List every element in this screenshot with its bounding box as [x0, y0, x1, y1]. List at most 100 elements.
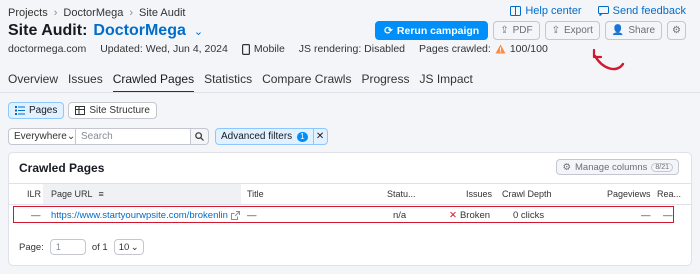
cell-ilr: —	[31, 210, 41, 221]
pager-total: of 1	[91, 241, 108, 253]
scope-value: Everywhere	[14, 131, 67, 142]
upload-icon: ⇪	[551, 25, 560, 36]
list-icon	[15, 106, 25, 115]
external-link-icon[interactable]	[230, 211, 240, 220]
column-issues[interactable]: Issues	[466, 184, 492, 204]
page-number-input[interactable]: 1	[49, 239, 86, 255]
pager-label: Page:	[19, 241, 44, 253]
page-size-value: 10	[118, 241, 130, 253]
tab-js-impact[interactable]: JS Impact	[419, 72, 472, 93]
pdf-button[interactable]: ⇪ PDF	[493, 21, 540, 40]
share-button[interactable]: 👤 Share	[604, 21, 663, 40]
pages-crawled-label: Pages crawled:	[419, 43, 491, 55]
cell-rea: —	[663, 210, 673, 221]
top-links: Help center Send feedback	[510, 5, 686, 17]
header-actions: ⟳ Rerun campaign ⇪ PDF ⇪ Export 👤 Share …	[375, 21, 686, 40]
close-icon: ✕	[315, 131, 325, 142]
cell-pageviews: —	[641, 210, 651, 221]
rerun-campaign-label: Rerun campaign	[396, 24, 480, 37]
device-label: Mobile	[253, 43, 285, 55]
table-header: ILR Page URL ≡ Title Statu... Issues Cra…	[9, 183, 691, 205]
cell-title: —	[247, 210, 257, 221]
export-label: Export	[563, 25, 593, 36]
chevron-down-icon: ⌄	[130, 241, 139, 253]
pages-crawled-info: Pages crawled: 100/100	[419, 43, 548, 55]
issues-value: Broken	[459, 210, 491, 221]
column-pageviews[interactable]: Pageviews	[607, 184, 651, 204]
audit-updated: Updated: Wed, Jun 4, 2024	[100, 43, 228, 55]
js-rendering-info: JS rendering: Disabled	[298, 43, 406, 55]
sort-icon: ≡	[98, 189, 104, 199]
chevron-right-icon: ›	[129, 7, 134, 19]
cell-issues[interactable]: ✕ Broken	[449, 210, 490, 221]
advanced-filters-button[interactable]: Advanced filters 1	[215, 128, 314, 145]
upload-icon: ⇪	[500, 25, 509, 36]
mobile-icon	[241, 43, 250, 55]
search-icon	[195, 132, 204, 141]
page-url-link[interactable]: https://www.startyourwpsite.com/brokenli…	[51, 210, 228, 221]
project-selector[interactable]: DoctorMega	[93, 22, 185, 40]
rerun-campaign-button[interactable]: ⟳ Rerun campaign	[375, 21, 489, 40]
tab-statistics[interactable]: Statistics	[204, 72, 252, 93]
gear-icon: ⚙	[562, 161, 572, 173]
chevron-down-icon[interactable]: ⌄	[194, 25, 203, 38]
tab-compare-crawls[interactable]: Compare Crawls	[262, 72, 351, 93]
manage-columns-button[interactable]: ⚙ Manage columns 8/21	[556, 159, 679, 175]
send-feedback-link[interactable]: Send feedback	[597, 5, 686, 17]
tab-issues[interactable]: Issues	[68, 72, 103, 93]
clear-filters-button[interactable]: ✕	[313, 128, 328, 145]
audit-domain: doctormega.com	[8, 43, 87, 55]
settings-button[interactable]: ⚙	[667, 21, 686, 40]
view-switch: Pages Site Structure	[8, 102, 157, 119]
page-title: Site Audit:	[8, 22, 88, 39]
export-button[interactable]: ⇪ Export	[544, 21, 600, 40]
column-crawl-depth[interactable]: Crawl Depth	[502, 184, 552, 204]
search-button[interactable]	[191, 128, 209, 145]
scope-select[interactable]: Everywhere ⌄	[8, 128, 76, 145]
cell-page-url[interactable]: https://www.startyourwpsite.com/brokenli…	[51, 210, 240, 221]
page-size-select[interactable]: 10 ⌄	[113, 239, 144, 255]
crawled-pages-panel: Crawled Pages ⚙ Manage columns 8/21 ILR …	[8, 152, 692, 266]
pagination: Page: 1 of 1 10 ⌄	[19, 239, 144, 255]
page-title-row: Site Audit: DoctorMega ⌄	[8, 22, 203, 40]
column-title[interactable]: Title	[247, 184, 264, 204]
cell-crawl-depth: 0 clicks	[513, 210, 545, 221]
breadcrumb: Projects › DoctorMega › Site Audit	[8, 7, 186, 19]
breadcrumb-project[interactable]: DoctorMega	[63, 7, 123, 19]
search-input[interactable]: Search	[76, 128, 191, 145]
feedback-icon	[597, 6, 609, 16]
site-structure-label: Site Structure	[89, 105, 150, 116]
warning-icon	[495, 44, 506, 54]
gear-icon: ⚙	[672, 25, 681, 36]
advanced-filters-label: Advanced filters	[221, 131, 293, 142]
site-structure-button[interactable]: Site Structure	[68, 102, 157, 119]
advanced-filters-count: 1	[297, 131, 308, 142]
breadcrumb-projects[interactable]: Projects	[8, 7, 48, 19]
tab-progress[interactable]: Progress	[361, 72, 409, 93]
arrow-annotation	[592, 48, 625, 71]
tab-crawled-pages[interactable]: Crawled Pages	[112, 72, 195, 93]
pdf-label: PDF	[512, 25, 533, 36]
filter-bar: Everywhere ⌄ Search Advanced filters 1 ✕	[8, 128, 328, 145]
pages-view-button[interactable]: Pages	[8, 102, 65, 119]
tabs-divider	[0, 92, 700, 93]
manage-columns-label: Manage columns	[575, 161, 648, 173]
column-page-url[interactable]: Page URL ≡	[43, 184, 241, 204]
refresh-icon: ⟳	[384, 24, 393, 37]
pages-crawled-value: 100/100	[509, 43, 548, 55]
audit-meta: doctormega.com Updated: Wed, Jun 4, 2024…	[8, 43, 548, 55]
table-icon	[75, 106, 86, 115]
column-status[interactable]: Statu...	[387, 184, 416, 204]
share-label: Share	[628, 25, 656, 36]
pages-view-label: Pages	[29, 105, 58, 116]
column-ilr[interactable]: ILR	[27, 184, 41, 204]
add-user-icon: 👤	[611, 25, 625, 36]
chevron-right-icon: ›	[53, 7, 58, 19]
tab-bar: Overview Issues Crawled Pages Statistics…	[8, 72, 473, 93]
help-center-link[interactable]: Help center	[510, 5, 582, 17]
chevron-down-icon: ⌄	[66, 131, 76, 142]
tab-overview[interactable]: Overview	[8, 72, 58, 93]
error-x-icon: ✕	[449, 210, 457, 221]
column-rea[interactable]: Rea...	[657, 184, 681, 204]
help-center-label: Help center	[525, 5, 582, 17]
